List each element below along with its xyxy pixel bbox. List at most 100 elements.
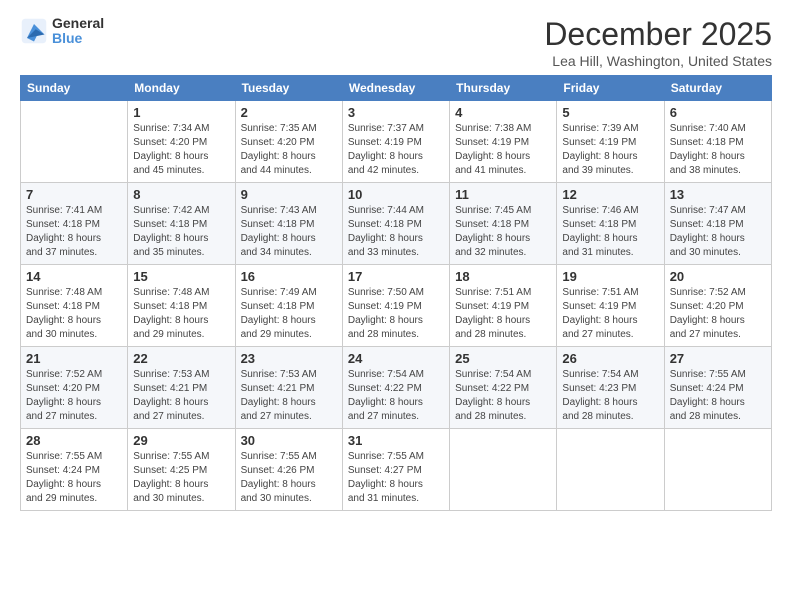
- day-number: 16: [241, 269, 337, 284]
- day-cell: 12 Sunrise: 7:46 AM Sunset: 4:18 PM Dayli…: [557, 183, 664, 265]
- day-info: Sunrise: 7:50 AM Sunset: 4:19 PM Dayligh…: [348, 286, 444, 342]
- day-cell: 2Sunrise: 7:35 AM Sunset: 4:20 PM Daylig…: [235, 101, 342, 183]
- week-row-4: 21Sunrise: 7:52 AM Sunset: 4:20 PM Dayli…: [21, 347, 772, 429]
- col-header-friday: Friday: [557, 76, 664, 101]
- day-info: Sunrise: 7:53 AM Sunset: 4:21 PM Dayligh…: [133, 368, 229, 424]
- calendar-table: SundayMondayTuesdayWednesdayThursdayFrid…: [20, 75, 772, 511]
- day-info: Sunrise: 7:51 AM Sunset: 4:19 PM Dayligh…: [455, 286, 551, 342]
- day-info: Sunrise: 7:47 AM Sunset: 4:18 PM Dayligh…: [670, 204, 766, 260]
- day-cell: 14 Sunrise: 7:48 AM Sunset: 4:18 PM Dayli…: [21, 265, 128, 347]
- day-cell: [557, 429, 664, 511]
- day-cell: 20 Sunrise: 7:52 AM Sunset: 4:20 PM Dayli…: [664, 265, 771, 347]
- page: General Blue December 2025 Lea Hill, Was…: [0, 0, 792, 612]
- day-number: 11: [455, 187, 551, 202]
- day-number: 14: [26, 269, 122, 284]
- day-cell: 8 Sunrise: 7:42 AM Sunset: 4:18 PM Daylig…: [128, 183, 235, 265]
- day-number: 23: [241, 351, 337, 366]
- day-cell: 3 Sunrise: 7:37 AM Sunset: 4:19 PM Daylig…: [342, 101, 449, 183]
- day-info: Sunrise: 7:38 AM Sunset: 4:19 PM Dayligh…: [455, 122, 551, 178]
- day-number: 29: [133, 433, 229, 448]
- col-header-saturday: Saturday: [664, 76, 771, 101]
- day-number: 26: [562, 351, 658, 366]
- day-info: Sunrise: 7:53 AM Sunset: 4:21 PM Dayligh…: [241, 368, 337, 424]
- logo-line1: General: [52, 16, 104, 31]
- week-row-3: 14 Sunrise: 7:48 AM Sunset: 4:18 PM Dayli…: [21, 265, 772, 347]
- day-cell: 21Sunrise: 7:52 AM Sunset: 4:20 PM Dayli…: [21, 347, 128, 429]
- day-info: Sunrise: 7:42 AM Sunset: 4:18 PM Dayligh…: [133, 204, 229, 260]
- day-cell: 17 Sunrise: 7:50 AM Sunset: 4:19 PM Dayli…: [342, 265, 449, 347]
- day-number: 7: [26, 187, 122, 202]
- day-number: 20: [670, 269, 766, 284]
- day-number: 12: [562, 187, 658, 202]
- day-cell: 1Sunrise: 7:34 AM Sunset: 4:20 PM Daylig…: [128, 101, 235, 183]
- day-number: 13: [670, 187, 766, 202]
- day-cell: [21, 101, 128, 183]
- col-header-thursday: Thursday: [450, 76, 557, 101]
- day-info: Sunrise: 7:52 AM Sunset: 4:20 PM Dayligh…: [670, 286, 766, 342]
- day-info: Sunrise: 7:55 AM Sunset: 4:25 PM Dayligh…: [133, 450, 229, 506]
- day-cell: 7Sunrise: 7:41 AM Sunset: 4:18 PM Daylig…: [21, 183, 128, 265]
- day-cell: 18 Sunrise: 7:51 AM Sunset: 4:19 PM Dayli…: [450, 265, 557, 347]
- day-cell: 28Sunrise: 7:55 AM Sunset: 4:24 PM Dayli…: [21, 429, 128, 511]
- day-cell: 5Sunrise: 7:39 AM Sunset: 4:19 PM Daylig…: [557, 101, 664, 183]
- day-number: 5: [562, 105, 658, 120]
- day-info: Sunrise: 7:54 AM Sunset: 4:22 PM Dayligh…: [455, 368, 551, 424]
- day-number: 8: [133, 187, 229, 202]
- logo-icon: [20, 17, 48, 45]
- day-cell: 31 Sunrise: 7:55 AM Sunset: 4:27 PM Dayli…: [342, 429, 449, 511]
- day-info: Sunrise: 7:54 AM Sunset: 4:23 PM Dayligh…: [562, 368, 658, 424]
- day-info: Sunrise: 7:40 AM Sunset: 4:18 PM Dayligh…: [670, 122, 766, 178]
- day-info: Sunrise: 7:49 AM Sunset: 4:18 PM Dayligh…: [241, 286, 337, 342]
- day-cell: 19Sunrise: 7:51 AM Sunset: 4:19 PM Dayli…: [557, 265, 664, 347]
- day-number: 17: [348, 269, 444, 284]
- day-cell: 15 Sunrise: 7:48 AM Sunset: 4:18 PM Dayli…: [128, 265, 235, 347]
- day-cell: 25 Sunrise: 7:54 AM Sunset: 4:22 PM Dayli…: [450, 347, 557, 429]
- logo-text: General Blue: [52, 16, 104, 47]
- day-cell: 29 Sunrise: 7:55 AM Sunset: 4:25 PM Dayli…: [128, 429, 235, 511]
- day-info: Sunrise: 7:45 AM Sunset: 4:18 PM Dayligh…: [455, 204, 551, 260]
- day-cell: 10 Sunrise: 7:44 AM Sunset: 4:18 PM Dayli…: [342, 183, 449, 265]
- day-info: Sunrise: 7:37 AM Sunset: 4:19 PM Dayligh…: [348, 122, 444, 178]
- col-header-monday: Monday: [128, 76, 235, 101]
- day-cell: 27 Sunrise: 7:55 AM Sunset: 4:24 PM Dayli…: [664, 347, 771, 429]
- day-info: Sunrise: 7:55 AM Sunset: 4:24 PM Dayligh…: [670, 368, 766, 424]
- day-number: 28: [26, 433, 122, 448]
- day-number: 4: [455, 105, 551, 120]
- day-number: 19: [562, 269, 658, 284]
- day-cell: 30Sunrise: 7:55 AM Sunset: 4:26 PM Dayli…: [235, 429, 342, 511]
- day-number: 15: [133, 269, 229, 284]
- day-cell: 13 Sunrise: 7:47 AM Sunset: 4:18 PM Dayli…: [664, 183, 771, 265]
- day-number: 3: [348, 105, 444, 120]
- day-cell: 26 Sunrise: 7:54 AM Sunset: 4:23 PM Dayli…: [557, 347, 664, 429]
- day-cell: [450, 429, 557, 511]
- col-header-wednesday: Wednesday: [342, 76, 449, 101]
- day-number: 31: [348, 433, 444, 448]
- day-cell: 22Sunrise: 7:53 AM Sunset: 4:21 PM Dayli…: [128, 347, 235, 429]
- day-number: 27: [670, 351, 766, 366]
- day-info: Sunrise: 7:46 AM Sunset: 4:18 PM Dayligh…: [562, 204, 658, 260]
- day-info: Sunrise: 7:54 AM Sunset: 4:22 PM Dayligh…: [348, 368, 444, 424]
- logo-line2: Blue: [52, 31, 104, 46]
- day-info: Sunrise: 7:48 AM Sunset: 4:18 PM Dayligh…: [133, 286, 229, 342]
- title-block: December 2025 Lea Hill, Washington, Unit…: [544, 16, 772, 69]
- day-cell: [664, 429, 771, 511]
- day-info: Sunrise: 7:55 AM Sunset: 4:27 PM Dayligh…: [348, 450, 444, 506]
- day-info: Sunrise: 7:44 AM Sunset: 4:18 PM Dayligh…: [348, 204, 444, 260]
- day-number: 6: [670, 105, 766, 120]
- day-info: Sunrise: 7:34 AM Sunset: 4:20 PM Dayligh…: [133, 122, 229, 178]
- col-header-tuesday: Tuesday: [235, 76, 342, 101]
- day-number: 9: [241, 187, 337, 202]
- header: General Blue December 2025 Lea Hill, Was…: [20, 16, 772, 69]
- location: Lea Hill, Washington, United States: [544, 53, 772, 69]
- day-cell: 6 Sunrise: 7:40 AM Sunset: 4:18 PM Daylig…: [664, 101, 771, 183]
- day-number: 18: [455, 269, 551, 284]
- day-cell: 23 Sunrise: 7:53 AM Sunset: 4:21 PM Dayli…: [235, 347, 342, 429]
- day-info: Sunrise: 7:48 AM Sunset: 4:18 PM Dayligh…: [26, 286, 122, 342]
- day-number: 21: [26, 351, 122, 366]
- day-cell: 11 Sunrise: 7:45 AM Sunset: 4:18 PM Dayli…: [450, 183, 557, 265]
- calendar-header-row: SundayMondayTuesdayWednesdayThursdayFrid…: [21, 76, 772, 101]
- week-row-1: 1Sunrise: 7:34 AM Sunset: 4:20 PM Daylig…: [21, 101, 772, 183]
- day-number: 25: [455, 351, 551, 366]
- day-number: 10: [348, 187, 444, 202]
- day-info: Sunrise: 7:35 AM Sunset: 4:20 PM Dayligh…: [241, 122, 337, 178]
